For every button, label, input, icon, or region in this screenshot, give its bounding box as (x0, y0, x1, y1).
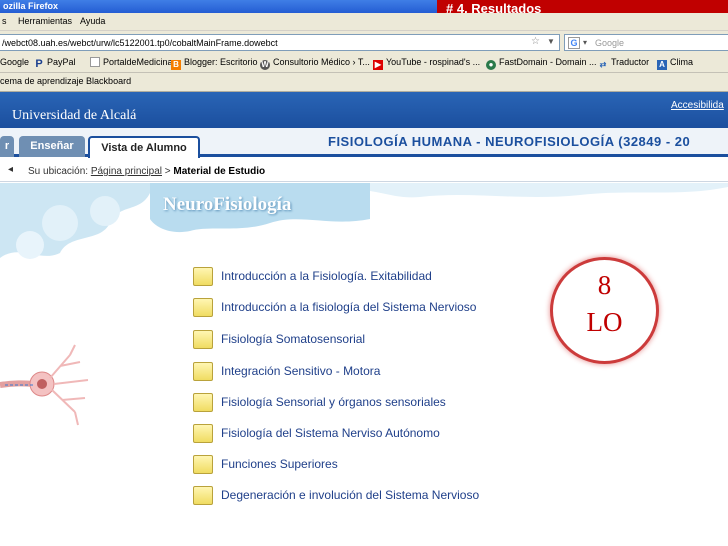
module-link[interactable]: Funciones Superiores (221, 457, 338, 471)
folder-icon (193, 455, 213, 474)
breadcrumb-current: Material de Estudio (173, 166, 266, 177)
module-link[interactable]: Fisiología Somatosensorial (221, 332, 365, 346)
folder-icon (193, 267, 213, 286)
module-link[interactable]: Introducción a la Fisiología. Exitabilid… (221, 269, 432, 283)
search-input[interactable]: G ▾ Google (564, 34, 728, 51)
search-placeholder: Google (595, 38, 625, 48)
breadcrumb-separator: > (162, 166, 174, 177)
collapse-arrow-icon[interactable]: ◂ (8, 164, 13, 175)
bookmarks-toolbar: Google P PayPal PortaldeMedicina B Blogger… (0, 54, 728, 73)
course-title: FISIOLOGÍA HUMANA - NEUROFISIOLOGÍA (328… (328, 134, 691, 149)
bookmark-paypal[interactable]: P PayPal (34, 57, 76, 70)
folder-icon (193, 393, 213, 412)
youtube-icon: ▶ (373, 60, 383, 70)
globe-icon: ● (486, 60, 496, 70)
module-link[interactable]: Integración Sensitivo - Motora (221, 364, 380, 378)
breadcrumb-text: Su ubicación: Página principal > Materia… (28, 166, 265, 177)
lo-count-label: LO (586, 307, 623, 337)
address-bar[interactable]: /webct08.uah.es/webct/urw/lc5122001.tp0/… (0, 34, 560, 51)
neuron-illustration (0, 344, 89, 426)
module-link[interactable]: Fisiología Sensorial y órganos sensorial… (221, 395, 446, 409)
module-item-2[interactable]: Introducción a la fisiología del Sistema… (193, 298, 513, 320)
folder-icon (193, 486, 213, 505)
module-item-5[interactable]: Fisiología Sensorial y órganos sensorial… (193, 393, 513, 415)
bookmark-label: FastDomain - Domain ... (499, 57, 597, 67)
wordpress-icon: W (260, 60, 270, 70)
folder-icon (193, 424, 213, 443)
paypal-icon: P (35, 58, 43, 70)
bookmark-label: PayPal (47, 57, 76, 67)
bookmark-blogger[interactable]: B Blogger: Escritorio (171, 57, 258, 70)
tab-ensenar[interactable]: Enseñar (19, 136, 85, 157)
bookmark-youtube[interactable]: ▶ YouTube - rospinad's ... (373, 57, 480, 70)
bookmark-blackboard[interactable]: cema de aprendizaje Blackboard (0, 76, 131, 86)
window-title: ozilla Firefox (3, 1, 59, 11)
folder-icon (193, 330, 213, 349)
address-url: /webct08.uah.es/webct/urw/lc5122001.tp0/… (2, 38, 278, 48)
translate-icon: ⇄ (599, 60, 607, 69)
bookmark-label: Google (0, 57, 30, 67)
menu-item-ayuda[interactable]: Ayuda (80, 16, 105, 26)
bookmark-label: PortaldeMedicina (103, 57, 173, 67)
google-icon[interactable]: G (568, 37, 580, 49)
bookmark-fastdomain[interactable]: ● FastDomain - Domain ... (486, 57, 597, 70)
bookmark-star-icon[interactable]: ☆ (531, 36, 540, 47)
breadcrumb-prefix: Su ubicación: (28, 166, 89, 177)
folder-icon (193, 298, 213, 317)
tab-partial[interactable]: r (0, 136, 14, 157)
menu-item-partial[interactable]: s (2, 16, 7, 26)
clouds-decoration (0, 183, 728, 259)
module-link[interactable]: Fisiología del Sistema Nerviso Autónomo (221, 426, 440, 440)
lo-count-number: 8 (597, 270, 612, 300)
folder-icon (193, 362, 213, 381)
search-engine-dropdown-icon[interactable]: ▾ (583, 38, 587, 47)
menu-bar: s Herramientas Ayuda (0, 13, 728, 31)
university-name: Universidad de Alcalá (12, 108, 137, 123)
accessibility-link[interactable]: Accesibilida (671, 100, 724, 111)
module-item-3[interactable]: Fisiología Somatosensorial (193, 330, 513, 352)
bookmark-label: Clima (670, 57, 694, 67)
bookmark-clima[interactable]: A Clima (657, 57, 693, 70)
bookmark-label: Consultorio Médico › T... (273, 57, 370, 67)
bookmark-label: Blogger: Escritorio (184, 57, 258, 67)
bookmark-consultorio[interactable]: W Consultorio Médico › T... (260, 57, 370, 70)
module-link[interactable]: Introducción a la fisiología del Sistema… (221, 300, 476, 314)
bookmark-google[interactable]: Google (0, 57, 29, 67)
blogger-icon: B (171, 60, 181, 70)
bookmarks-toolbar-row2: cema de aprendizaje Blackboard (0, 73, 728, 92)
bookmark-label: Traductor (611, 57, 650, 67)
bookmark-traductor[interactable]: ⇄ Traductor (598, 57, 650, 70)
module-item-1[interactable]: Introducción a la Fisiología. Exitabilid… (193, 267, 513, 289)
chevron-down-icon[interactable]: ▼ (547, 37, 555, 46)
bookmark-portaldemedicina[interactable]: PortaldeMedicina (90, 57, 173, 67)
module-link[interactable]: Degeneración e involución del Sistema Ne… (221, 488, 479, 502)
tab-vista-de-alumno[interactable]: Vista de Alumno (88, 136, 200, 158)
page-heading: NeuroFisiología (163, 194, 292, 215)
menu-item-herramientas[interactable]: Herramientas (18, 16, 72, 26)
weather-icon: A (657, 60, 667, 70)
page-icon (90, 57, 100, 67)
breadcrumb-home-link[interactable]: Página principal (91, 166, 162, 177)
module-item-4[interactable]: Integración Sensitivo - Motora (193, 362, 513, 384)
bookmark-label: YouTube - rospinad's ... (386, 57, 481, 67)
module-item-7[interactable]: Funciones Superiores (193, 455, 513, 477)
module-item-6[interactable]: Fisiología del Sistema Nerviso Autónomo (193, 424, 513, 446)
module-item-8[interactable]: Degeneración e involución del Sistema Ne… (193, 486, 513, 508)
